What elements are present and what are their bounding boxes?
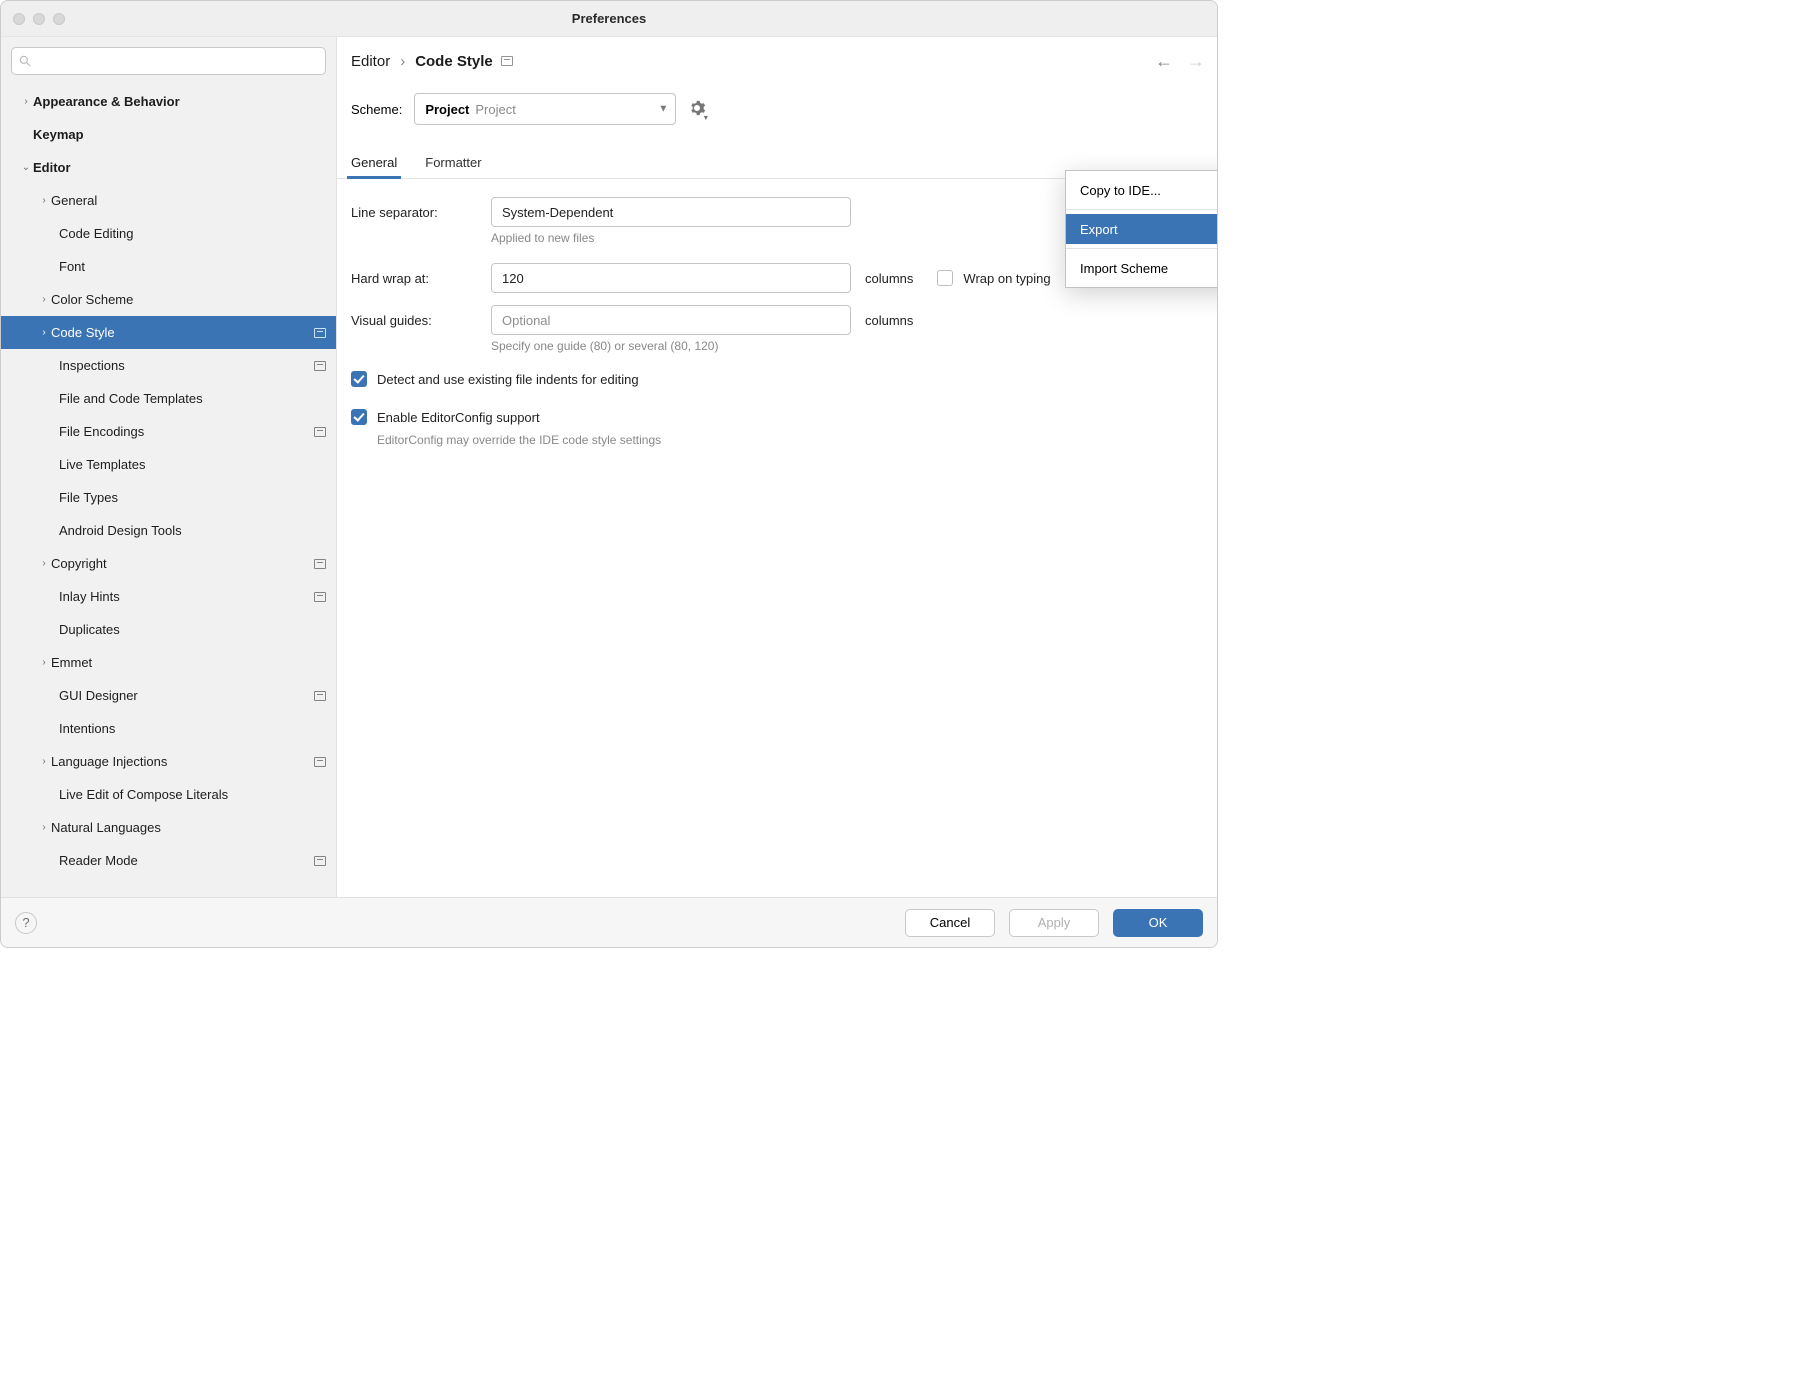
- body: ›Appearance & Behavior Keymap ⌄Editor ›G…: [1, 37, 1217, 897]
- line-separator-select[interactable]: System-Dependent: [491, 197, 851, 227]
- hard-wrap-input[interactable]: 120: [491, 263, 851, 293]
- detect-indents-checkbox[interactable]: [351, 371, 367, 387]
- scheme-select[interactable]: Project Project ▼: [414, 93, 676, 125]
- scheme-label: Scheme:: [351, 102, 402, 117]
- chevron-right-icon: ›: [19, 96, 33, 107]
- sidebar-item-reader-mode[interactable]: Reader Mode: [1, 844, 336, 877]
- window-controls: [13, 13, 65, 25]
- chevron-right-icon: ›: [37, 195, 51, 206]
- visual-guides-input[interactable]: Optional: [491, 305, 851, 335]
- sidebar-item-duplicates[interactable]: Duplicates: [1, 613, 336, 646]
- editorconfig-checkbox[interactable]: [351, 409, 367, 425]
- search-input[interactable]: [11, 47, 326, 75]
- apply-button: Apply: [1009, 909, 1099, 937]
- minimize-window-button[interactable]: [33, 13, 45, 25]
- project-level-icon: [314, 856, 326, 866]
- sidebar-item-general[interactable]: ›General: [1, 184, 336, 217]
- scheme-actions-button[interactable]: ▼: [688, 99, 706, 120]
- sidebar-item-natural-languages[interactable]: ›Natural Languages: [1, 811, 336, 844]
- close-window-button[interactable]: [13, 13, 25, 25]
- nav-arrows: ← →: [1155, 51, 1205, 72]
- scheme-row: Scheme: Project Project ▼ ▼: [337, 85, 1217, 125]
- sidebar-item-inspections[interactable]: Inspections: [1, 349, 336, 382]
- chevron-right-icon: ›: [37, 327, 51, 338]
- line-separator-label: Line separator:: [351, 205, 491, 220]
- wrap-on-typing-checkbox[interactable]: [937, 270, 953, 286]
- project-level-icon: [314, 691, 326, 701]
- sidebar-item-appearance-behavior[interactable]: ›Appearance & Behavior: [1, 85, 336, 118]
- tab-general[interactable]: General: [351, 155, 397, 178]
- preferences-window: Preferences ›Appearance & Behavior Keyma…: [0, 0, 1218, 948]
- project-level-icon: [314, 592, 326, 602]
- chevron-right-icon: ›: [37, 294, 51, 305]
- chevron-right-icon: ›: [37, 756, 51, 767]
- columns-label: columns: [865, 271, 913, 286]
- project-level-icon: [501, 56, 513, 66]
- scheme-actions-menu: Copy to IDE... Export› Import Scheme›: [1065, 170, 1218, 288]
- window-title: Preferences: [572, 11, 646, 26]
- project-level-icon: [314, 361, 326, 371]
- sidebar-item-editor[interactable]: ⌄Editor: [1, 151, 336, 184]
- project-level-icon: [314, 427, 326, 437]
- sidebar-item-file-types[interactable]: File Types: [1, 481, 336, 514]
- visual-guides-hint: Specify one guide (80) or several (80, 1…: [491, 339, 1203, 353]
- sidebar-item-file-code-templates[interactable]: File and Code Templates: [1, 382, 336, 415]
- tab-formatter[interactable]: Formatter: [425, 155, 481, 178]
- search-wrap: [1, 47, 336, 81]
- menu-separator: [1066, 248, 1218, 249]
- menu-copy-to-ide[interactable]: Copy to IDE...: [1066, 175, 1218, 205]
- breadcrumb: Editor › Code Style ← →: [337, 37, 1217, 85]
- sidebar-item-emmet[interactable]: ›Emmet: [1, 646, 336, 679]
- sidebar-item-code-editing[interactable]: Code Editing: [1, 217, 336, 250]
- titlebar: Preferences: [1, 1, 1217, 37]
- help-button[interactable]: ?: [15, 912, 37, 934]
- hard-wrap-label: Hard wrap at:: [351, 271, 491, 286]
- wrap-on-typing-label: Wrap on typing: [963, 271, 1050, 286]
- detect-indents-label: Detect and use existing file indents for…: [377, 372, 639, 387]
- ok-button[interactable]: OK: [1113, 909, 1203, 937]
- sidebar-item-intentions[interactable]: Intentions: [1, 712, 336, 745]
- menu-export[interactable]: Export›: [1066, 214, 1218, 244]
- visual-guides-label: Visual guides:: [351, 313, 491, 328]
- sidebar-item-live-edit-compose[interactable]: Live Edit of Compose Literals: [1, 778, 336, 811]
- breadcrumb-item: Code Style: [415, 53, 493, 70]
- chevron-right-icon: ›: [37, 558, 51, 569]
- main: Editor › Code Style ← → Scheme: Project …: [337, 37, 1217, 897]
- menu-separator: [1066, 209, 1218, 210]
- sidebar-item-code-style[interactable]: ›Code Style: [1, 316, 336, 349]
- sidebar-item-font[interactable]: Font: [1, 250, 336, 283]
- sidebar-item-keymap[interactable]: Keymap: [1, 118, 336, 151]
- sidebar-item-copyright[interactable]: ›Copyright: [1, 547, 336, 580]
- sidebar-item-file-encodings[interactable]: File Encodings: [1, 415, 336, 448]
- project-level-icon: [314, 328, 326, 338]
- footer: ? Cancel Apply OK: [1, 897, 1217, 947]
- sidebar-item-color-scheme[interactable]: ›Color Scheme: [1, 283, 336, 316]
- chevron-right-icon: ›: [400, 53, 405, 70]
- editorconfig-label: Enable EditorConfig support: [377, 410, 540, 425]
- zoom-window-button[interactable]: [53, 13, 65, 25]
- sidebar-item-android-design-tools[interactable]: Android Design Tools: [1, 514, 336, 547]
- sidebar-item-inlay-hints[interactable]: Inlay Hints: [1, 580, 336, 613]
- project-level-icon: [314, 757, 326, 767]
- sidebar-tree: ›Appearance & Behavior Keymap ⌄Editor ›G…: [1, 81, 336, 897]
- chevron-right-icon: ›: [37, 657, 51, 668]
- chevron-down-icon: ▼: [702, 115, 709, 122]
- breadcrumb-item[interactable]: Editor: [351, 53, 390, 70]
- editorconfig-hint: EditorConfig may override the IDE code s…: [377, 433, 1203, 447]
- search-icon: [18, 54, 32, 68]
- chevron-right-icon: ›: [37, 822, 51, 833]
- cancel-button[interactable]: Cancel: [905, 909, 995, 937]
- sidebar: ›Appearance & Behavior Keymap ⌄Editor ›G…: [1, 37, 337, 897]
- chevron-down-icon: ⌄: [19, 162, 33, 173]
- back-button[interactable]: ←: [1155, 51, 1173, 72]
- columns-label: columns: [865, 313, 913, 328]
- menu-import-scheme[interactable]: Import Scheme›: [1066, 253, 1218, 283]
- sidebar-item-live-templates[interactable]: Live Templates: [1, 448, 336, 481]
- sidebar-item-language-injections[interactable]: ›Language Injections: [1, 745, 336, 778]
- sidebar-item-gui-designer[interactable]: GUI Designer: [1, 679, 336, 712]
- chevron-down-icon: ▼: [658, 104, 668, 115]
- forward-button: →: [1187, 51, 1205, 72]
- project-level-icon: [314, 559, 326, 569]
